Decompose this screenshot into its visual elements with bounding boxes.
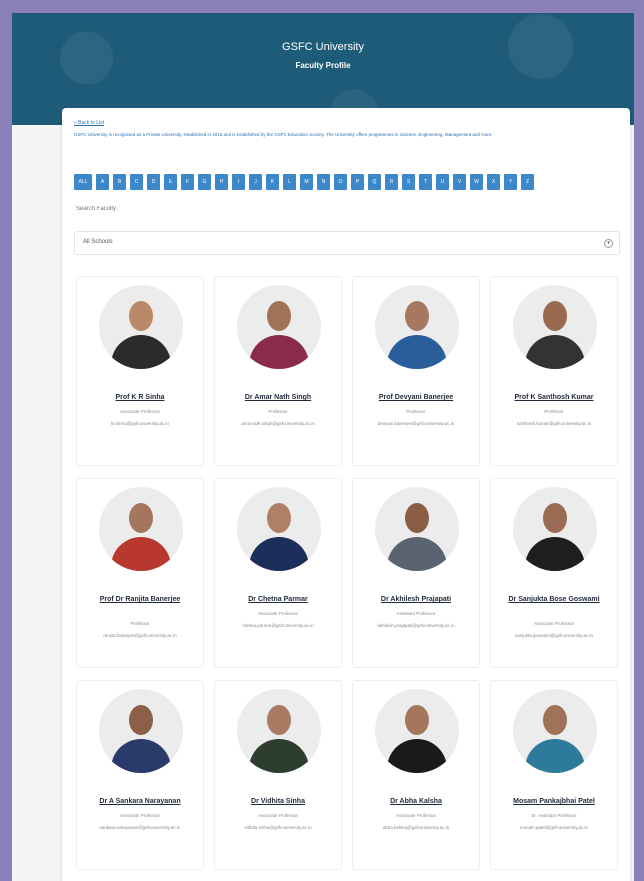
faculty-profile-card[interactable]: Dr Vidhita Sinha Associate Professor vidhi… [214,680,342,870]
alphabet-button-all[interactable]: ALL [74,174,92,190]
back-to-list-link[interactable]: « Back to List [74,120,104,126]
faculty-designation: Associate Professor [119,409,161,414]
faculty-photo [99,285,183,369]
alphabet-button-e[interactable]: E [164,174,177,190]
faculty-email: chetna.parmar@gsfcuniversity.ac.in [242,623,314,628]
faculty-designation: Professor [268,409,288,414]
alphabet-button-h[interactable]: H [215,174,228,190]
faculty-designation: Professor [406,409,426,414]
faculty-email: vidhita.sinha@gsfcuniversity.ac.in [244,825,312,830]
faculty-profile-card[interactable]: Prof Devyani Banerjee Professor devyani.ba… [352,276,480,466]
faculty-name-link[interactable]: Prof K Santhosh Kumar [495,393,613,403]
alphabet-button-m[interactable]: M [300,174,313,190]
faculty-name-link[interactable]: Dr Chetna Parmar [219,595,337,605]
alphabet-button-p[interactable]: P [351,174,364,190]
alphabet-button-z[interactable]: Z [521,174,534,190]
hero-subtitle: Faculty Profile [295,61,351,70]
university-description: GSFC University is recognised as a Priva… [74,132,493,137]
faculty-designation: Professor [544,409,564,414]
alphabet-button-g[interactable]: G [198,174,211,190]
faculty-email: santhosh.kumar@gsfcuniversity.ac.in [516,421,592,426]
alphabet-button-a[interactable]: A [96,174,109,190]
faculty-name-link[interactable]: Prof K R Sinha [81,393,199,403]
faculty-name-link[interactable]: Dr Akhilesh Prajapati [357,595,475,605]
faculty-photo [237,487,321,571]
faculty-profile-card[interactable]: Dr Sanjukta Bose Goswami Associate Profes… [490,478,618,668]
alphabet-button-b[interactable]: B [113,174,126,190]
faculty-name-link[interactable]: Dr A Sankara Narayanan [81,797,199,807]
alphabet-button-o[interactable]: O [334,174,347,190]
faculty-photo [513,689,597,773]
alphabet-button-s[interactable]: S [402,174,415,190]
faculty-email: sankara.narayanan@gsfcuniversity.ac.in [99,825,181,830]
alphabet-button-q[interactable]: Q [368,174,381,190]
faculty-photo [99,487,183,571]
faculty-photo [99,689,183,773]
faculty-profile-card[interactable]: Dr Abha Kalsha Associate Professor abha.ka… [352,680,480,870]
alphabet-button-y[interactable]: Y [504,174,517,190]
faculty-name-link[interactable]: Mosam Pankajbhai Patel [495,797,613,807]
alphabet-button-t[interactable]: T [419,174,432,190]
faculty-profile-card[interactable]: Prof K Santhosh Kumar Professor santhosh.k… [490,276,618,466]
faculty-profile-card[interactable]: Prof Dr Ranjita Banerjee Professor ranjita… [76,478,204,668]
faculty-name-link[interactable]: Dr Abha Kalsha [357,797,475,807]
page-frame: GSFC University Faculty Profile « Back t… [12,13,634,881]
faculty-photo [375,689,459,773]
faculty-name-link[interactable]: Dr Vidhita Sinha [219,797,337,807]
faculty-designation: Associate Professor [257,611,299,616]
faculty-photo [237,689,321,773]
alphabet-button-f[interactable]: F [181,174,194,190]
faculty-card: « Back to List GSFC University is recogn… [62,108,630,881]
alphabet-button-v[interactable]: V [453,174,466,190]
faculty-name-link[interactable]: Prof Dr Ranjita Banerjee [81,595,199,605]
faculty-designation: Sr. Assistant Professor [531,813,577,818]
faculty-profile-card[interactable]: Dr Chetna Parmar Associate Professor chetn… [214,478,342,668]
school-filter-label: All Schools [83,239,113,245]
faculty-profile-card[interactable]: Prof K R Sinha Associate Professor kr.sinh… [76,276,204,466]
faculty-designation: Associate Professor [119,813,161,818]
faculty-name-link[interactable]: Dr Amar Nath Singh [219,393,337,403]
faculty-profile-card[interactable]: Dr Amar Nath Singh Professor amarnath.sing… [214,276,342,466]
faculty-email: devyani.banerjee@gsfcuniversity.ac.in [377,421,455,426]
alphabet-button-n[interactable]: N [317,174,330,190]
faculty-email: akhilesh.prajapati@gsfcuniversity.ac.in [377,623,455,628]
faculty-designation: Professor [130,621,150,626]
alphabet-button-u[interactable]: U [436,174,449,190]
alphabet-button-x[interactable]: X [487,174,500,190]
faculty-designation: Associate Professor [395,813,437,818]
alphabet-filter: ALL A B C D E F G H I J K L M N O P Q R S T U V W X Y Z [74,174,534,192]
alphabet-button-w[interactable]: W [470,174,483,190]
faculty-email: sanjukta.goswami@gsfcuniversity.ac.in [514,633,594,638]
search-faculty-input[interactable] [74,201,624,217]
faculty-name-link[interactable]: Prof Devyani Banerjee [357,393,475,403]
hero-title: GSFC University [282,41,364,53]
faculty-designation: Associate Professor [257,813,299,818]
faculty-email: abha.kalsha@gsfcuniversity.ac.in [382,825,450,830]
alphabet-button-j[interactable]: J [249,174,262,190]
faculty-email: kr.sinha@gsfcuniversity.ac.in [111,421,169,426]
faculty-photo [237,285,321,369]
faculty-designation: Associate Professor [533,621,575,626]
faculty-profile-card[interactable]: Mosam Pankajbhai Patel Sr. Assistant Prof… [490,680,618,870]
faculty-photo [513,487,597,571]
alphabet-button-i[interactable]: I [232,174,245,190]
faculty-profile-card[interactable]: Dr Akhilesh Prajapati Assistant Professor… [352,478,480,668]
alphabet-button-l[interactable]: L [283,174,296,190]
alphabet-button-k[interactable]: K [266,174,279,190]
faculty-name-link[interactable]: Dr Sanjukta Bose Goswami [495,595,613,605]
faculty-email: amarnath.singh@gsfcuniversity.ac.in [241,421,315,426]
faculty-profile-card[interactable]: Dr A Sankara Narayanan Associate Professo… [76,680,204,870]
alphabet-button-d[interactable]: D [147,174,160,190]
chevron-down-icon: ▾ [604,239,613,248]
faculty-photo [513,285,597,369]
alphabet-button-c[interactable]: C [130,174,143,190]
faculty-email: ranjita.banerjee@gsfcuniversity.ac.in [103,633,177,638]
faculty-photo [375,285,459,369]
school-filter-dropdown[interactable]: All Schools ▾ [74,231,620,255]
alphabet-button-r[interactable]: R [385,174,398,190]
faculty-photo [375,487,459,571]
faculty-email: mosam.patel@gsfcuniversity.ac.in [519,825,588,830]
faculty-designation: Assistant Professor [396,611,436,616]
